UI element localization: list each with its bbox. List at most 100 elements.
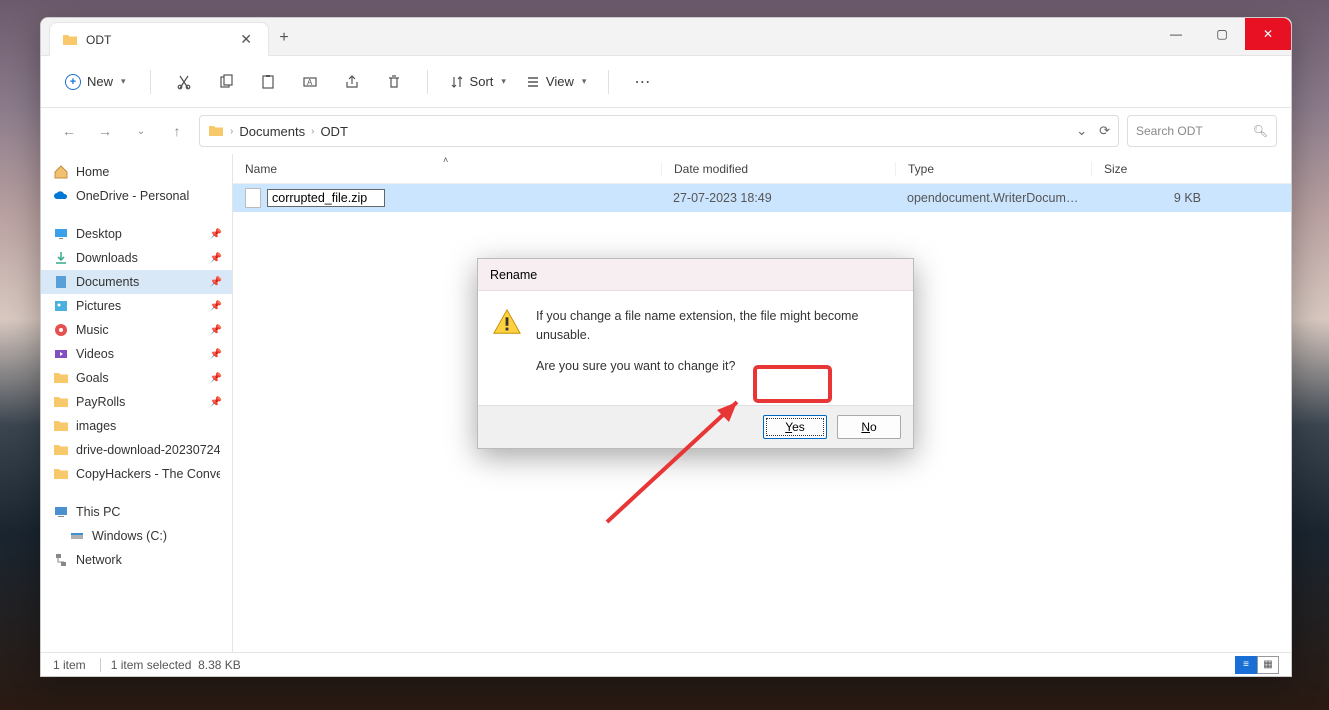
- sidebar-item-thispc[interactable]: This PC: [41, 500, 232, 524]
- folder-icon: [53, 418, 69, 434]
- drive-icon: [69, 528, 85, 544]
- chevron-down-icon[interactable]: ⌄: [1076, 123, 1087, 139]
- column-type[interactable]: Type: [895, 162, 1091, 176]
- details-view-button[interactable]: ≡: [1235, 656, 1257, 674]
- documents-icon: [53, 274, 69, 290]
- breadcrumb-documents[interactable]: Documents: [239, 124, 305, 139]
- videos-icon: [53, 346, 69, 362]
- status-selected: 1 item selected 8.38 KB: [100, 658, 241, 672]
- sidebar-item-downloads[interactable]: Downloads📌: [41, 246, 232, 270]
- no-button[interactable]: No: [837, 415, 901, 439]
- view-button[interactable]: View ▾: [518, 68, 594, 95]
- chevron-down-icon: ▾: [582, 76, 587, 87]
- sidebar-item-payrolls[interactable]: PayRolls📌: [41, 390, 232, 414]
- view-label: View: [546, 74, 574, 89]
- column-date[interactable]: Date modified: [661, 162, 895, 176]
- copy-button[interactable]: [207, 64, 245, 100]
- sidebar-item-pictures[interactable]: Pictures📌: [41, 294, 232, 318]
- sidebar-item-home[interactable]: Home: [41, 160, 232, 184]
- back-button[interactable]: ←: [55, 117, 83, 145]
- sort-label: Sort: [470, 74, 494, 89]
- sidebar-item-onedrive[interactable]: OneDrive - Personal: [41, 184, 232, 208]
- chevron-down-icon: ▾: [121, 76, 126, 87]
- sidebar-item-network[interactable]: Network: [41, 548, 232, 572]
- up-button[interactable]: ↑: [163, 117, 191, 145]
- pin-icon: 📌: [210, 397, 222, 408]
- search-icon: 🔍︎: [1253, 124, 1268, 138]
- tab-title: ODT: [86, 33, 236, 47]
- desktop-icon: [53, 226, 69, 242]
- pin-icon: 📌: [210, 277, 222, 288]
- yes-button[interactable]: Yes: [763, 415, 827, 439]
- warning-icon: [492, 307, 522, 337]
- minimize-button[interactable]: —: [1153, 18, 1199, 50]
- toolbar: + New ▾ A Sort ▾ View ▾ ⋯: [41, 56, 1291, 108]
- recent-button[interactable]: ⌄: [127, 117, 155, 145]
- folder-icon: [53, 394, 69, 410]
- chevron-right-icon: ›: [230, 126, 233, 137]
- sidebar-item-images[interactable]: images: [41, 414, 232, 438]
- rename-input[interactable]: [267, 189, 385, 207]
- folder-icon: [53, 370, 69, 386]
- paste-button[interactable]: [249, 64, 287, 100]
- column-size[interactable]: Size: [1091, 162, 1221, 176]
- pin-icon: 📌: [210, 229, 222, 240]
- icons-view-button[interactable]: ▦: [1257, 656, 1279, 674]
- sort-icon: [450, 75, 464, 89]
- sidebar-item-desktop[interactable]: Desktop📌: [41, 222, 232, 246]
- folder-icon: [53, 442, 69, 458]
- file-row[interactable]: 27-07-2023 18:49 opendocument.WriterDocu…: [233, 184, 1291, 212]
- address-bar[interactable]: › Documents › ODT ⌄ ⟳: [199, 115, 1119, 147]
- sidebar-item-music[interactable]: Music📌: [41, 318, 232, 342]
- search-box[interactable]: Search ODT 🔍︎: [1127, 115, 1277, 147]
- breadcrumb-odt[interactable]: ODT: [320, 124, 347, 139]
- window-controls: — ▢ ✕: [1153, 18, 1291, 50]
- dialog-text: If you change a file name extension, the…: [536, 307, 899, 387]
- chevron-right-icon: ›: [311, 126, 314, 137]
- new-tab-button[interactable]: +: [269, 21, 299, 55]
- status-count: 1 item: [53, 658, 86, 672]
- sidebar-item-documents[interactable]: Documents📌: [41, 270, 232, 294]
- sidebar-item-videos[interactable]: Videos📌: [41, 342, 232, 366]
- pictures-icon: [53, 298, 69, 314]
- dialog-footer: Yes No: [478, 405, 913, 448]
- delete-button[interactable]: [375, 64, 413, 100]
- sidebar-item-drivedl[interactable]: drive-download-20230724T: [41, 438, 232, 462]
- dialog-line2: Are you sure you want to change it?: [536, 357, 899, 376]
- file-size: 9 KB: [1091, 191, 1221, 205]
- share-button[interactable]: [333, 64, 371, 100]
- refresh-icon[interactable]: ⟳: [1099, 123, 1110, 139]
- pin-icon: 📌: [210, 349, 222, 360]
- sort-button[interactable]: Sort ▾: [442, 68, 514, 95]
- sidebar-item-copyhackers[interactable]: CopyHackers - The Convers: [41, 462, 232, 486]
- sort-indicator-icon: ˄: [443, 155, 448, 165]
- plus-icon: +: [65, 74, 81, 90]
- sidebar-item-goals[interactable]: Goals📌: [41, 366, 232, 390]
- address-row: ← → ⌄ ↑ › Documents › ODT ⌄ ⟳ Search ODT…: [41, 108, 1291, 154]
- close-button[interactable]: ✕: [1245, 18, 1291, 50]
- tab-odt[interactable]: ODT ✕: [49, 22, 269, 56]
- more-button[interactable]: ⋯: [623, 64, 661, 100]
- music-icon: [53, 322, 69, 338]
- pc-icon: [53, 504, 69, 520]
- new-button[interactable]: + New ▾: [55, 68, 136, 96]
- file-icon: [245, 188, 261, 208]
- dialog-body: If you change a file name extension, the…: [478, 291, 913, 405]
- folder-icon: [62, 32, 78, 48]
- dialog-title: Rename: [478, 259, 913, 291]
- pin-icon: 📌: [210, 301, 222, 312]
- column-headers: Name ˄ Date modified Type Size: [233, 154, 1291, 184]
- tab-close-icon[interactable]: ✕: [236, 31, 256, 48]
- maximize-button[interactable]: ▢: [1199, 18, 1245, 50]
- file-type: opendocument.WriterDocumen...: [895, 191, 1091, 205]
- sidebar-item-windowsc[interactable]: Windows (C:): [41, 524, 232, 548]
- cut-button[interactable]: [165, 64, 203, 100]
- rename-button[interactable]: A: [291, 64, 329, 100]
- folder-icon: [53, 466, 69, 482]
- pin-icon: 📌: [210, 325, 222, 336]
- pin-icon: 📌: [210, 253, 222, 264]
- network-icon: [53, 552, 69, 568]
- separator: [427, 70, 428, 94]
- forward-button[interactable]: →: [91, 117, 119, 145]
- address-right: ⌄ ⟳: [1076, 123, 1110, 139]
